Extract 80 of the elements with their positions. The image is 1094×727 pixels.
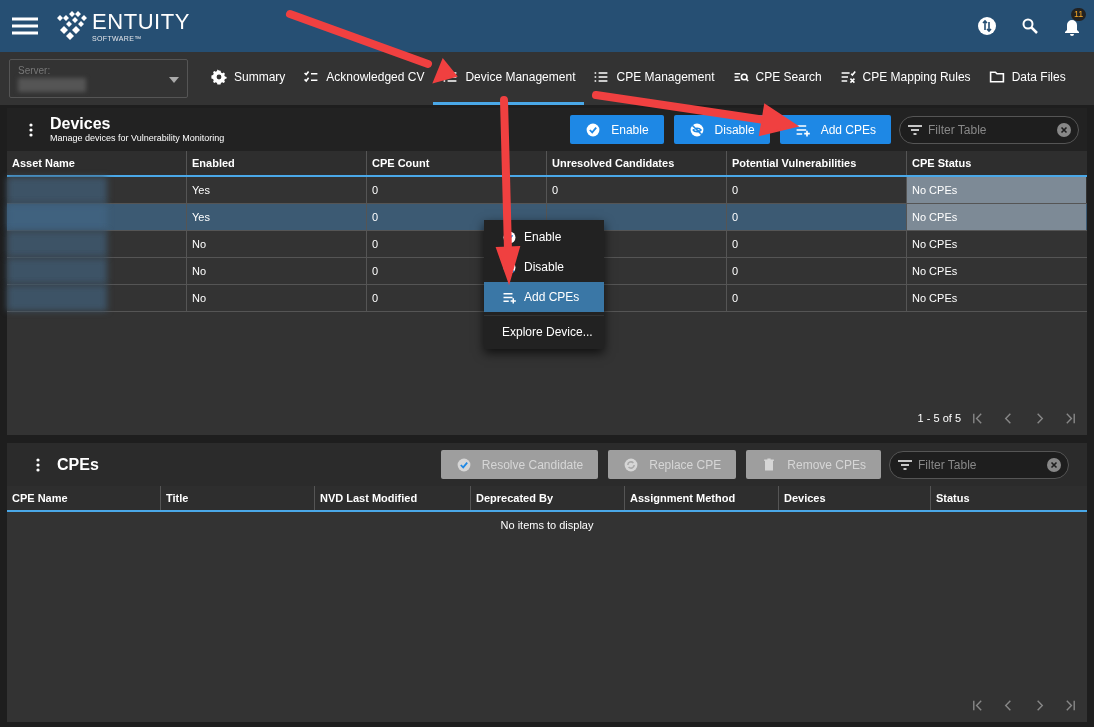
table-cell-text: 0	[732, 236, 739, 252]
empty-message: No items to display	[500, 517, 594, 533]
table-cell: No CPEs	[906, 177, 1086, 203]
last-page-icon[interactable]	[1064, 411, 1077, 425]
refresh-icon	[623, 456, 640, 473]
redacted-value	[18, 78, 86, 92]
table-cell-text: 0	[372, 263, 379, 279]
menu-icon[interactable]	[12, 16, 38, 36]
table-cell-text: 0	[372, 209, 379, 225]
column-header[interactable]: Deprecated By	[470, 486, 624, 510]
column-header[interactable]: CPE Count	[366, 151, 546, 175]
table-cell-text: Yes	[192, 182, 210, 198]
menu-item[interactable]: Add CPEs	[484, 282, 604, 312]
folder-icon	[988, 69, 1005, 85]
nav-tab[interactable]: Acknowledged CV	[294, 52, 434, 105]
toolbar-button[interactable]: Enable	[570, 115, 664, 144]
sync-icon[interactable]	[978, 17, 996, 35]
table-cell-text: No	[192, 263, 207, 279]
table-cell: No CPEs	[906, 285, 1086, 311]
column-header[interactable]: Unresolved Candidates	[546, 151, 726, 175]
table-cell-text: 0	[372, 236, 379, 252]
pagination-text: 1 - 5 of 5	[917, 410, 961, 426]
table-cell-text: 0	[732, 263, 739, 279]
table-cell: No CPEs	[906, 258, 1086, 284]
column-header[interactable]: Assignment Method	[624, 486, 778, 510]
column-header[interactable]: Asset Name	[7, 151, 186, 175]
list-x-icon	[839, 69, 856, 85]
list-icon	[593, 69, 610, 85]
table-cell-text: No	[192, 290, 207, 306]
column-header[interactable]: Status	[930, 486, 1087, 510]
table-cell-text: 0	[372, 182, 379, 198]
table-cell: No CPEs	[906, 204, 1086, 230]
column-header[interactable]: CPE Name	[7, 486, 160, 510]
clear-icon[interactable]	[1057, 122, 1071, 137]
panel-title: CPEs	[57, 454, 99, 475]
table-cell-text: 0	[732, 290, 739, 306]
gear-icon	[211, 69, 227, 85]
table-cell-text: Yes	[192, 209, 210, 225]
column-header[interactable]: Enabled	[186, 151, 366, 175]
first-page-icon[interactable]	[971, 698, 984, 712]
search-icon[interactable]	[1022, 18, 1038, 34]
table-cell-text: 0	[372, 290, 379, 306]
field-label: Server:	[18, 64, 51, 78]
table-cell-text: 0	[552, 182, 559, 198]
checklist-icon	[303, 69, 320, 85]
check-circle-icon	[585, 121, 602, 138]
nav-tab[interactable]: CPE Management	[584, 52, 724, 105]
table-cell-text: 0	[732, 182, 739, 198]
menu-item[interactable]: Explore Device...	[484, 315, 604, 347]
more-icon[interactable]	[29, 122, 33, 137]
nav-tab[interactable]: CPE Search	[723, 52, 831, 105]
toolbar-button[interactable]: Add CPEs	[779, 115, 891, 144]
filter-icon	[908, 123, 922, 136]
hidden-icon	[688, 121, 705, 138]
first-page-icon[interactable]	[971, 411, 984, 425]
caret-icon	[169, 77, 179, 83]
nav-tab[interactable]: CPE Mapping Rules	[830, 52, 980, 105]
filter-icon	[898, 458, 912, 471]
panel-title: Devices	[50, 116, 112, 132]
filter-field[interactable]: Filter Table	[889, 450, 1069, 479]
more-icon[interactable]	[36, 457, 40, 472]
panel-subtitle: Manage devices for Vulnerability Monitoring	[50, 134, 225, 143]
column-header[interactable]: Potential Vulnerabilities	[726, 151, 906, 175]
nav-tab[interactable]: Data Files	[979, 52, 1075, 105]
notification-bell-icon[interactable]	[1064, 19, 1080, 37]
table-cell-text: No	[192, 236, 207, 252]
column-header[interactable]: Devices	[778, 486, 930, 510]
table-cell-text: 0	[732, 209, 739, 225]
list-icon	[442, 69, 459, 85]
column-header[interactable]: CPE Status	[906, 151, 1086, 175]
table-cell: No CPEs	[906, 231, 1086, 257]
clear-icon[interactable]	[1047, 457, 1061, 472]
check-circle-icon	[455, 456, 472, 473]
notification-count-badge: 11	[1071, 8, 1087, 21]
logo-text: ENTUITY	[92, 10, 190, 33]
column-header[interactable]: NVD Last Modified	[314, 486, 470, 510]
last-page-icon[interactable]	[1064, 698, 1077, 712]
filter-field[interactable]: Filter Table	[899, 115, 1079, 144]
column-header[interactable]: Title	[160, 486, 314, 510]
nav-tab[interactable]: Summary	[202, 52, 295, 105]
